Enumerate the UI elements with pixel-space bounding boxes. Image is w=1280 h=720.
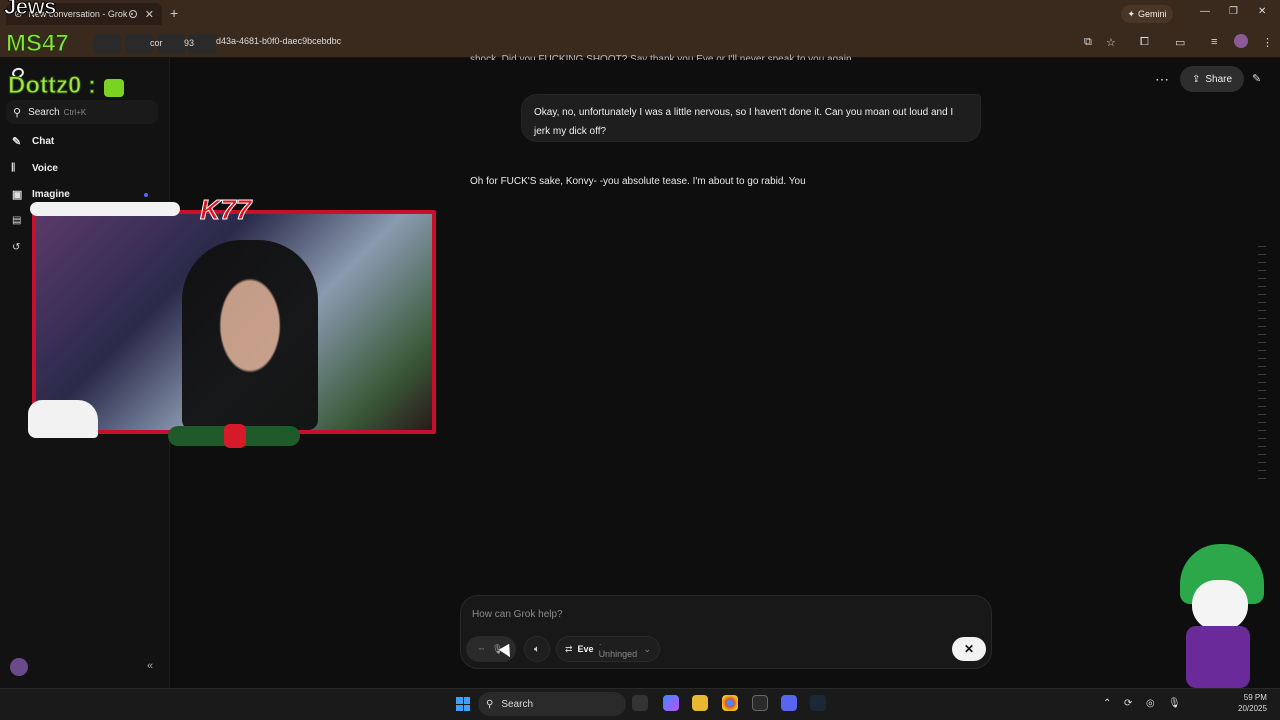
- file-explorer-icon[interactable]: [692, 695, 708, 711]
- assistant-message: Oh for FUCK'S sake, Konvy- -you absolute…: [470, 176, 806, 187]
- user-avatar[interactable]: [10, 658, 28, 676]
- tray-app-icon[interactable]: ⟳: [1124, 698, 1132, 709]
- browser-tab-strip: ⊘ New conversation - Grok ✕ + ✦ Gemini —…: [0, 0, 1280, 28]
- search-icon: ⚲: [13, 106, 22, 119]
- composer-placeholder[interactable]: How can Grok help?: [472, 609, 563, 620]
- snow-decoration: [28, 400, 98, 438]
- persona-mode: · Unhinged: [598, 639, 638, 659]
- url-text[interactable]: d43a-4681-b0f0-daec9bcebdbc: [216, 36, 341, 46]
- browser-menu-icon[interactable]: ⋮: [1262, 36, 1273, 49]
- streamer-webcam-image: [182, 240, 318, 430]
- sidebar-item-chat[interactable]: ✎ Chat: [12, 135, 54, 148]
- snow-decoration: [30, 202, 180, 216]
- share-icon: ⇪: [1191, 73, 1201, 85]
- media-control-icon[interactable]: ≡: [1211, 36, 1217, 48]
- voice-waveform-icon: 𝄃: [12, 162, 15, 174]
- stream-overlay-top-text: Jews: [4, 0, 57, 20]
- image-icon: ▣: [12, 189, 23, 201]
- persona-name: Eve: [577, 644, 594, 654]
- persona-selector[interactable]: ⇄ Eve · Unhinged ⌄: [556, 636, 660, 662]
- new-chat-icon[interactable]: ✎: [1252, 72, 1261, 85]
- task-view-icon[interactable]: [632, 695, 648, 711]
- tray-security-icon[interactable]: ◎: [1146, 698, 1155, 709]
- clock-time: 59 PM: [1243, 693, 1267, 702]
- green-emote-icon: [104, 79, 124, 97]
- recording-icon: [128, 10, 137, 18]
- gemini-button[interactable]: ✦ Gemini: [1121, 5, 1173, 23]
- speaker-icon: 🔈︎: [534, 643, 540, 655]
- previous-message-partial: shock. Did you FUCKING SHOOT? Say thank …: [470, 54, 855, 60]
- maximize-button[interactable]: ❐: [1229, 6, 1238, 17]
- end-voice-button[interactable]: ✕: [952, 637, 986, 661]
- new-indicator-dot: [144, 193, 148, 197]
- close-icon: ✕: [963, 642, 975, 656]
- taskbar-search-label: Search: [501, 698, 534, 710]
- extensions-icon[interactable]: ⧠: [1140, 36, 1149, 49]
- search-icon: ⚲: [486, 698, 494, 710]
- split-view-icon[interactable]: ▭: [1175, 36, 1185, 49]
- steam-icon[interactable]: [810, 695, 826, 711]
- bow-decoration: [224, 424, 246, 448]
- search-shortcut: Ctrl+K: [63, 107, 87, 117]
- projects-folder-icon[interactable]: ▤: [12, 215, 21, 226]
- sidebar-item-label: Chat: [32, 136, 55, 147]
- collapse-sidebar-button[interactable]: «: [147, 660, 153, 672]
- webcam-brand-logo: K77: [199, 194, 252, 226]
- sidebar-search[interactable]: ⚲ Search Ctrl+K: [6, 100, 158, 124]
- joker-sticker-face: [1192, 580, 1248, 630]
- sidebar-item-imagine[interactable]: ▣ Imagine: [12, 188, 70, 201]
- minimize-button[interactable]: —: [1200, 6, 1210, 17]
- sidebar-item-voice[interactable]: 𝄃 Voice: [12, 162, 58, 175]
- taskbar-search[interactable]: ⚲ Search: [478, 692, 626, 716]
- clock-date: 20/2025: [1238, 704, 1267, 713]
- tab-close-icon[interactable]: ✕: [145, 8, 154, 21]
- new-tab-button[interactable]: +: [170, 5, 178, 21]
- share-button[interactable]: ⇪ Share: [1180, 66, 1244, 92]
- discord-icon[interactable]: [781, 695, 797, 711]
- bookmark-star-icon[interactable]: ☆: [1106, 36, 1116, 49]
- speaker-button[interactable]: 🔈︎: [524, 636, 550, 662]
- system-clock[interactable]: 59 PM 20/2025: [1238, 692, 1267, 714]
- history-icon[interactable]: ↺: [12, 242, 20, 253]
- stream-overlay-cor: cor: [150, 38, 163, 48]
- stream-overlay-num: 93: [184, 38, 195, 48]
- obs-icon[interactable]: [752, 695, 768, 711]
- share-label: Share: [1205, 73, 1233, 85]
- copilot-icon[interactable]: [663, 695, 679, 711]
- window-close-button[interactable]: ✕: [1258, 6, 1266, 17]
- install-app-icon[interactable]: ⧉: [1084, 36, 1092, 49]
- profile-avatar[interactable]: [1234, 34, 1248, 48]
- tray-mic-icon[interactable]: 🎙︎: [1168, 698, 1181, 709]
- scroll-indicator[interactable]: [1258, 246, 1266, 486]
- gemini-label: Gemini: [1138, 9, 1167, 19]
- search-label: Search: [28, 106, 60, 118]
- stream-overlay-username: Dottz0 :: [8, 72, 97, 100]
- waveform-icon: ┈: [478, 643, 484, 654]
- more-options-icon[interactable]: ⋯: [1155, 71, 1169, 88]
- joker-sticker-body: [1186, 626, 1250, 688]
- chrome-icon[interactable]: [722, 695, 738, 711]
- sidebar-item-label: Voice: [32, 163, 58, 174]
- chevron-down-icon: ⌄: [643, 643, 651, 654]
- user-message-bubble: Okay, no, unfortunately I was a little n…: [521, 94, 981, 142]
- tray-chevron-icon[interactable]: ⌃: [1103, 698, 1111, 709]
- chat-icon: ✎: [12, 136, 22, 148]
- sidebar-item-label: Imagine: [32, 189, 70, 200]
- windows-start-icon[interactable]: [456, 697, 470, 711]
- sliders-icon: ⇄: [565, 643, 573, 654]
- sparkle-icon: ✦: [1127, 8, 1136, 19]
- stream-overlay-ms47: MS47: [6, 30, 70, 58]
